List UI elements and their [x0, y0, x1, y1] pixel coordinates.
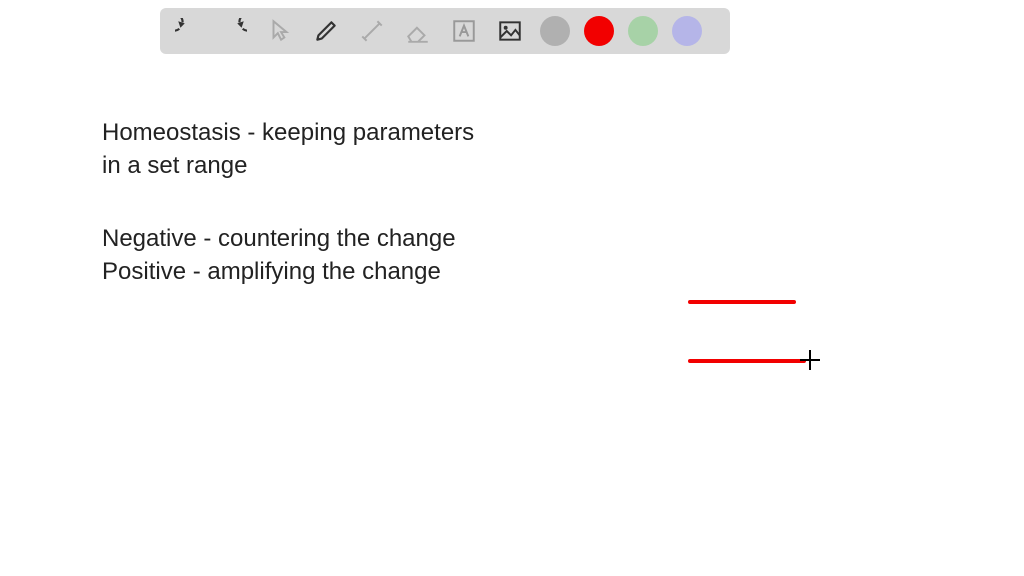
pointer-icon — [267, 18, 293, 44]
redo-button[interactable] — [218, 15, 250, 47]
tools-button[interactable] — [356, 15, 388, 47]
undo-icon — [175, 18, 201, 44]
color-purple[interactable] — [672, 16, 702, 46]
eraser-icon — [405, 18, 431, 44]
color-red[interactable] — [584, 16, 614, 46]
text-button[interactable] — [448, 15, 480, 47]
image-button[interactable] — [494, 15, 526, 47]
text-icon — [451, 18, 477, 44]
pen-icon — [313, 18, 339, 44]
text-line: Negative - countering the change — [102, 222, 456, 255]
text-line: Positive - amplifying the change — [102, 255, 456, 288]
pen-stroke — [688, 300, 796, 304]
crosshair-cursor — [800, 350, 820, 370]
pointer-button[interactable] — [264, 15, 296, 47]
color-gray[interactable] — [540, 16, 570, 46]
eraser-button[interactable] — [402, 15, 434, 47]
pen-stroke — [688, 359, 806, 363]
undo-button[interactable] — [172, 15, 204, 47]
text-block-1[interactable]: Homeostasis - keeping parameters in a se… — [102, 116, 474, 182]
text-line: Homeostasis - keeping parameters — [102, 116, 474, 149]
text-line: in a set range — [102, 149, 474, 182]
text-block-2[interactable]: Negative - countering the change Positiv… — [102, 222, 456, 288]
tools-icon — [359, 18, 385, 44]
color-green[interactable] — [628, 16, 658, 46]
redo-icon — [221, 18, 247, 44]
image-icon — [497, 18, 523, 44]
toolbar — [160, 8, 730, 54]
pen-button[interactable] — [310, 15, 342, 47]
